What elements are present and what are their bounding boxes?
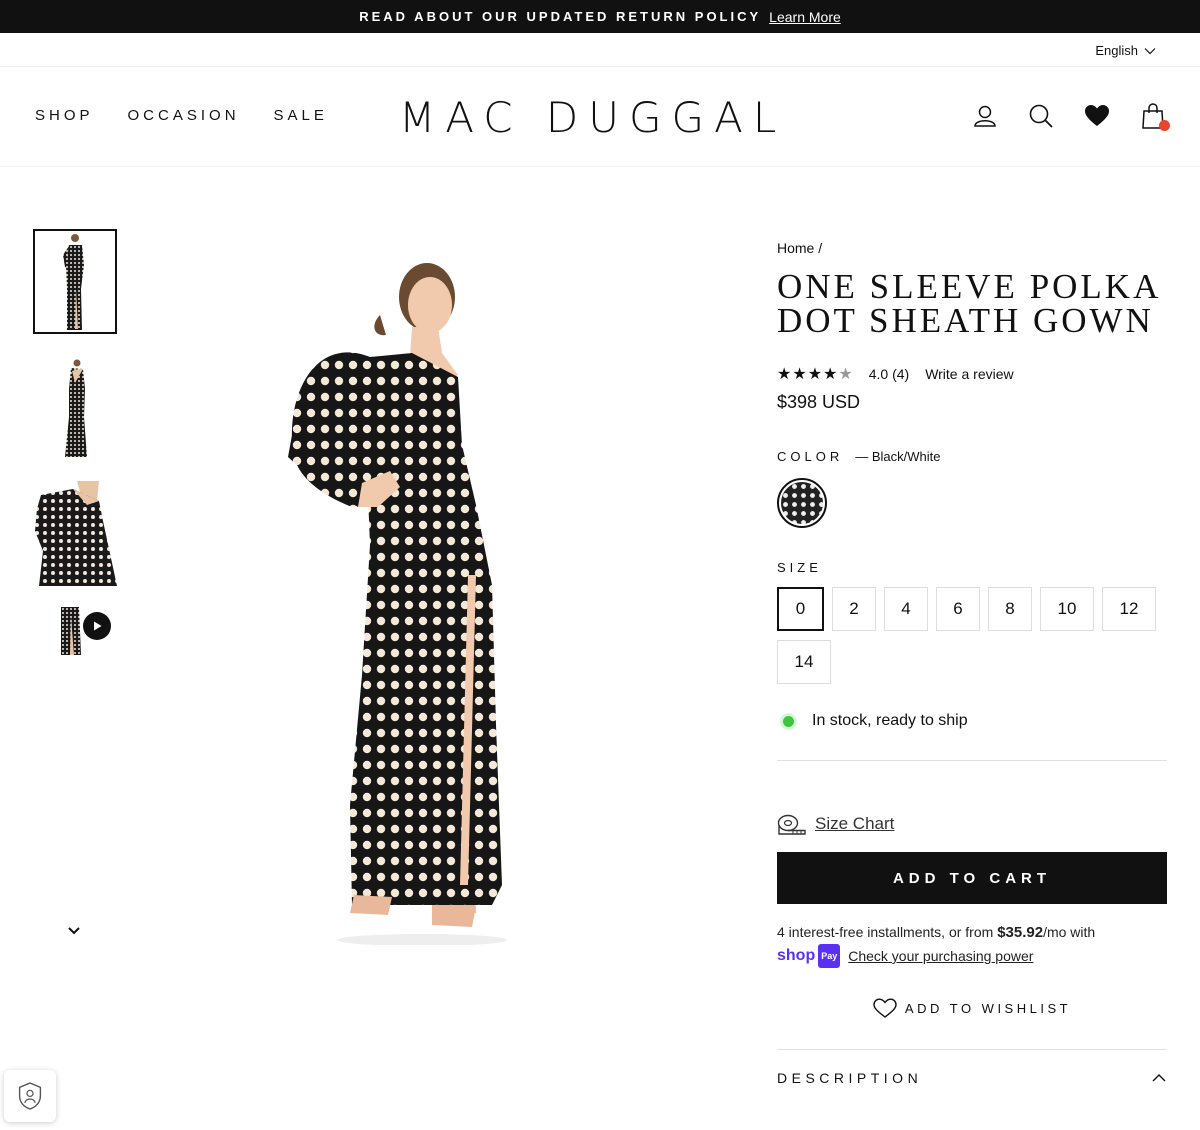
announcement-text: READ ABOUT OUR UPDATED RETURN POLICY [359,9,762,24]
color-swatch-black-white[interactable] [777,478,827,528]
wishlist-heart-icon[interactable] [1084,103,1110,129]
product-title-line-2: DOT SHEATH GOWN [777,301,1154,340]
account-icon[interactable] [972,103,998,129]
size-option-6[interactable]: 6 [936,587,980,631]
product-main-image[interactable] [262,245,522,945]
nav-occasion[interactable]: OCCASION [128,107,240,124]
header-icons [972,103,1170,131]
language-bar: English [0,33,1200,67]
measuring-tape-icon [777,814,806,835]
size-option-8[interactable]: 8 [988,587,1032,631]
write-review-link[interactable]: Write a review [925,366,1013,382]
language-label: English [1095,43,1138,58]
divider [777,1049,1167,1050]
installments-pre: 4 interest-free installments, or from [777,924,998,940]
thumbnail-1[interactable] [33,229,117,334]
installments-info: 4 interest-free installments, or from $3… [777,921,1167,968]
announcement-bar: READ ABOUT OUR UPDATED RETURN POLICY Lea… [0,0,1200,33]
color-value: — Black/White [855,449,941,464]
shop-pay-badge: Pay [818,944,841,968]
rating-row: ★ ★ ★ ★ ★ 4.0 (4) Write a review [777,364,1167,384]
search-icon[interactable] [1028,103,1054,129]
purchasing-power-link[interactable]: Check your purchasing power [848,945,1033,967]
description-label: DESCRIPTION [777,1070,923,1086]
add-to-wishlist-button[interactable]: ADD TO WISHLIST [777,998,1167,1018]
description-accordion[interactable]: DESCRIPTION [777,1070,1167,1086]
thumbnail-3[interactable] [33,481,117,586]
nav-sale[interactable]: SALE [274,107,328,124]
product-price: $398 USD [777,392,861,412]
main-nav: SHOP OCCASION SALE [35,107,328,124]
rating-value: 4.0 (4) [868,366,910,382]
size-option-10[interactable]: 10 [1040,587,1094,631]
color-label: COLOR [777,449,844,464]
chevron-up-icon [1152,1074,1166,1082]
learn-more-link[interactable]: Learn More [769,9,841,25]
color-row: COLOR — Black/White [777,449,1167,464]
rating-stars-icon[interactable]: ★ ★ ★ ★ ★ [777,364,853,384]
size-option-2[interactable]: 2 [832,587,876,631]
brand-logo[interactable]: MAC DUGGAL [399,93,786,142]
thumbnails-down-chevron-icon[interactable] [66,925,82,937]
nav-shop[interactable]: SHOP [35,107,94,124]
stock-status: In stock, ready to ship [777,712,1167,730]
divider [777,760,1167,761]
breadcrumb-separator: / [818,240,823,256]
heart-outline-icon [873,998,897,1018]
thumbnail-2[interactable] [33,355,117,460]
breadcrumb-home[interactable]: Home [777,240,814,256]
thumbnail-video[interactable] [33,607,117,655]
product-info: Home / ONE SLEEVE POLKA DOT SHEATH GOWN … [777,240,1167,1086]
size-label: SIZE [777,560,822,575]
cart-count-dot [1159,120,1170,131]
cart-icon[interactable] [1140,103,1170,131]
size-selector: 0 2 4 6 8 10 12 14 [777,587,1167,684]
chevron-down-icon [1144,47,1156,54]
product-title: ONE SLEEVE POLKA DOT SHEATH GOWN [777,269,1167,340]
shop-pay-logo: shop Pay [777,944,841,968]
thumbnail-gallery [33,229,117,676]
size-option-12[interactable]: 12 [1102,587,1156,631]
size-option-14[interactable]: 14 [777,640,831,684]
installments-post: /mo with [1043,924,1096,940]
language-selector[interactable]: English [1095,43,1156,58]
size-chart-row: Size Chart [777,813,1167,835]
in-stock-dot-icon [783,715,794,727]
shop-pay-wordmark: shop [777,947,816,964]
size-option-0[interactable]: 0 [777,587,824,631]
security-shield-icon[interactable] [4,1070,56,1122]
stock-text: In stock, ready to ship [812,712,968,729]
breadcrumb: Home / [777,240,1167,256]
installments-amount: $35.92 [997,924,1044,941]
add-to-wishlist-label: ADD TO WISHLIST [904,1000,1072,1016]
size-chart-link[interactable]: Size Chart [815,814,894,834]
size-option-4[interactable]: 4 [884,587,928,631]
add-to-cart-button[interactable]: ADD TO CART [777,852,1167,904]
site-header: SHOP OCCASION SALE MAC DUGGAL [0,67,1200,167]
play-icon[interactable] [83,612,111,640]
